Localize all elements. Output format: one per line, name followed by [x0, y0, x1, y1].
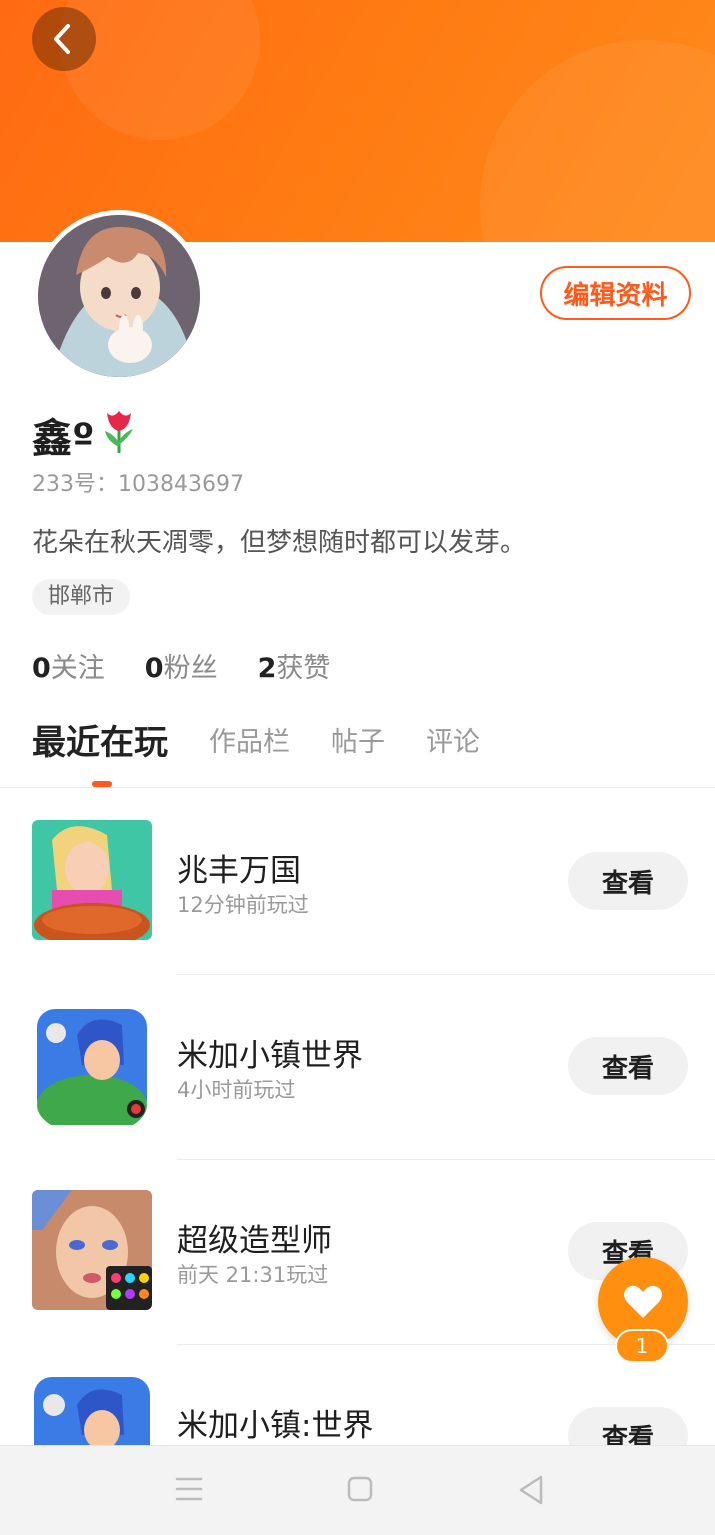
edit-profile-button[interactable]: 编辑资料 — [540, 266, 691, 320]
home-square-icon[interactable] — [347, 1474, 373, 1504]
list-item[interactable]: 兆丰万国 12分钟前玩过 查看 — [0, 790, 715, 975]
divider — [0, 787, 715, 788]
list-item[interactable]: 米加小镇世界 4小时前玩过 查看 — [0, 975, 715, 1160]
stat-followers[interactable]: 0粉丝 — [145, 646, 218, 685]
like-count-badge: 1 — [615, 1329, 669, 1363]
back-triangle-icon[interactable] — [517, 1474, 545, 1506]
profile-banner — [0, 0, 715, 242]
profile-name: 鑫º — [32, 406, 137, 464]
user-id: 233号：103843697 — [32, 472, 244, 497]
recent-games-list: 兆丰万国 12分钟前玩过 查看 米加小镇世界 4小时前玩过 查看 超级造型师 前… — [0, 790, 715, 1530]
tab-comments[interactable]: 评论 — [426, 718, 480, 768]
system-navigation-bar — [0, 1445, 715, 1535]
tab-recent-play[interactable]: 最近在玩 — [32, 718, 168, 787]
location-badge: 邯郸市 — [32, 579, 131, 615]
view-button[interactable]: 查看 — [568, 852, 688, 910]
menu-icon[interactable] — [175, 1474, 203, 1504]
avatar-image — [38, 215, 200, 377]
game-icon — [32, 820, 152, 940]
profile-bio: 花朵在秋天凋零，但梦想随时都可以发芽。 — [32, 528, 527, 558]
game-icon — [32, 1190, 152, 1310]
profile-stats: 0关注 0粉丝 2获赞 — [32, 646, 370, 685]
tab-works[interactable]: 作品栏 — [209, 718, 290, 768]
game-title: 兆丰万国 — [177, 853, 301, 889]
stat-likes[interactable]: 2获赞 — [258, 646, 331, 685]
tulip-icon — [101, 407, 137, 463]
avatar[interactable] — [33, 210, 205, 382]
game-title: 米加小镇:世界 — [177, 1408, 374, 1444]
last-played: 4小时前玩过 — [177, 1078, 296, 1102]
profile-tabs: 最近在玩 作品栏 帖子 评论 — [32, 718, 521, 787]
profile-name-text: 鑫º — [32, 416, 95, 462]
game-title: 超级造型师 — [177, 1223, 332, 1259]
last-played: 12分钟前玩过 — [177, 893, 309, 917]
tab-posts[interactable]: 帖子 — [331, 718, 385, 768]
last-played: 前天 21:31玩过 — [177, 1263, 329, 1287]
heart-icon — [624, 1285, 662, 1318]
stat-following[interactable]: 0关注 — [32, 646, 105, 685]
view-button[interactable]: 查看 — [568, 1037, 688, 1095]
chevron-left-icon — [54, 24, 70, 54]
game-title: 米加小镇世界 — [177, 1038, 363, 1074]
back-button[interactable] — [32, 7, 96, 71]
banner-decoration — [480, 40, 715, 242]
game-icon — [32, 1005, 152, 1125]
